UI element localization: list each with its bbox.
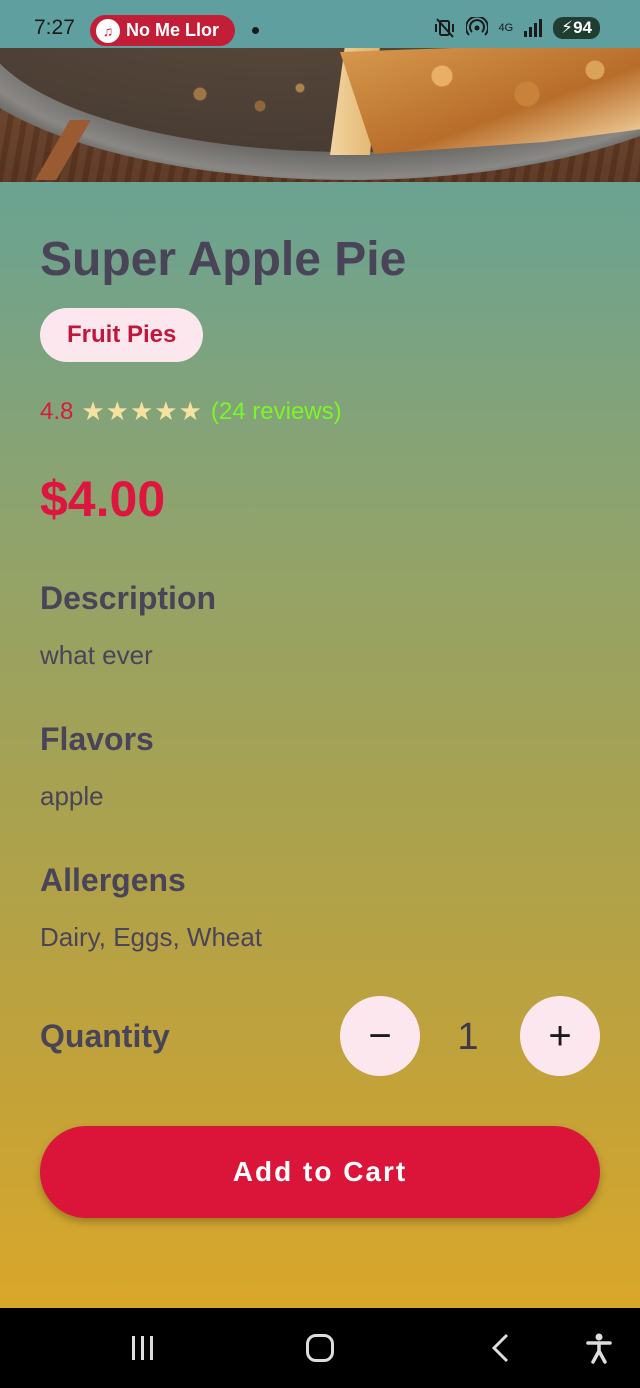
status-bar: 7:27 ♫ No Me Llor 4G ⚡94 — [0, 0, 640, 48]
allergens-heading: Allergens — [40, 862, 186, 898]
battery-level: 94 — [573, 18, 592, 37]
wooden-utensil — [0, 120, 140, 180]
star-rating-icon: ★★★★★ — [81, 396, 203, 426]
accessibility-icon[interactable] — [584, 1330, 614, 1366]
flavors-heading: Flavors — [40, 721, 154, 757]
quantity-label: Quantity — [40, 1018, 170, 1054]
minus-icon: − — [368, 1013, 392, 1058]
vibrate-mute-icon — [435, 18, 455, 38]
notification-dot-icon — [252, 27, 259, 34]
rating-score: 4.8 — [40, 397, 74, 425]
rating-row: 4.8 ★★★★★ (24 reviews) — [40, 396, 342, 427]
flavors-text: apple — [40, 781, 104, 811]
media-chip-label: No Me Llor — [126, 20, 219, 40]
signal-icon — [524, 19, 543, 37]
category-chip[interactable]: Fruit Pies — [40, 308, 204, 362]
system-icons: 4G ⚡94 — [434, 17, 600, 39]
status-time: 7:27 — [34, 16, 75, 39]
product-title: Super Apple Pie — [40, 233, 407, 286]
hotspot-icon — [466, 17, 489, 36]
product-price: $4.00 — [40, 471, 166, 527]
decrement-button[interactable]: − — [340, 996, 420, 1076]
allergens-text: Dairy, Eggs, Wheat — [40, 922, 263, 952]
battery-icon: ⚡94 — [553, 17, 600, 39]
crumbs — [140, 70, 340, 130]
description-heading: Description — [40, 580, 217, 616]
recents-icon[interactable] — [124, 1330, 160, 1366]
home-icon[interactable] — [305, 1330, 335, 1366]
quantity-value: 1 — [457, 1016, 479, 1058]
media-playing-chip[interactable]: ♫ No Me Llor — [90, 15, 235, 46]
product-screen: 7:27 ♫ No Me Llor 4G ⚡94 Super Apple Pie… — [0, 0, 640, 1308]
plus-icon: + — [548, 1013, 572, 1058]
music-note-icon: ♫ — [96, 18, 120, 43]
back-icon[interactable] — [486, 1330, 516, 1366]
navigation-bar — [0, 1308, 640, 1388]
network-type-label: 4G — [498, 21, 514, 34]
add-to-cart-button[interactable]: Add to Cart — [40, 1126, 600, 1218]
description-text: what ever — [40, 640, 153, 670]
review-count-link[interactable]: (24 reviews) — [211, 398, 342, 426]
increment-button[interactable]: + — [520, 996, 600, 1076]
